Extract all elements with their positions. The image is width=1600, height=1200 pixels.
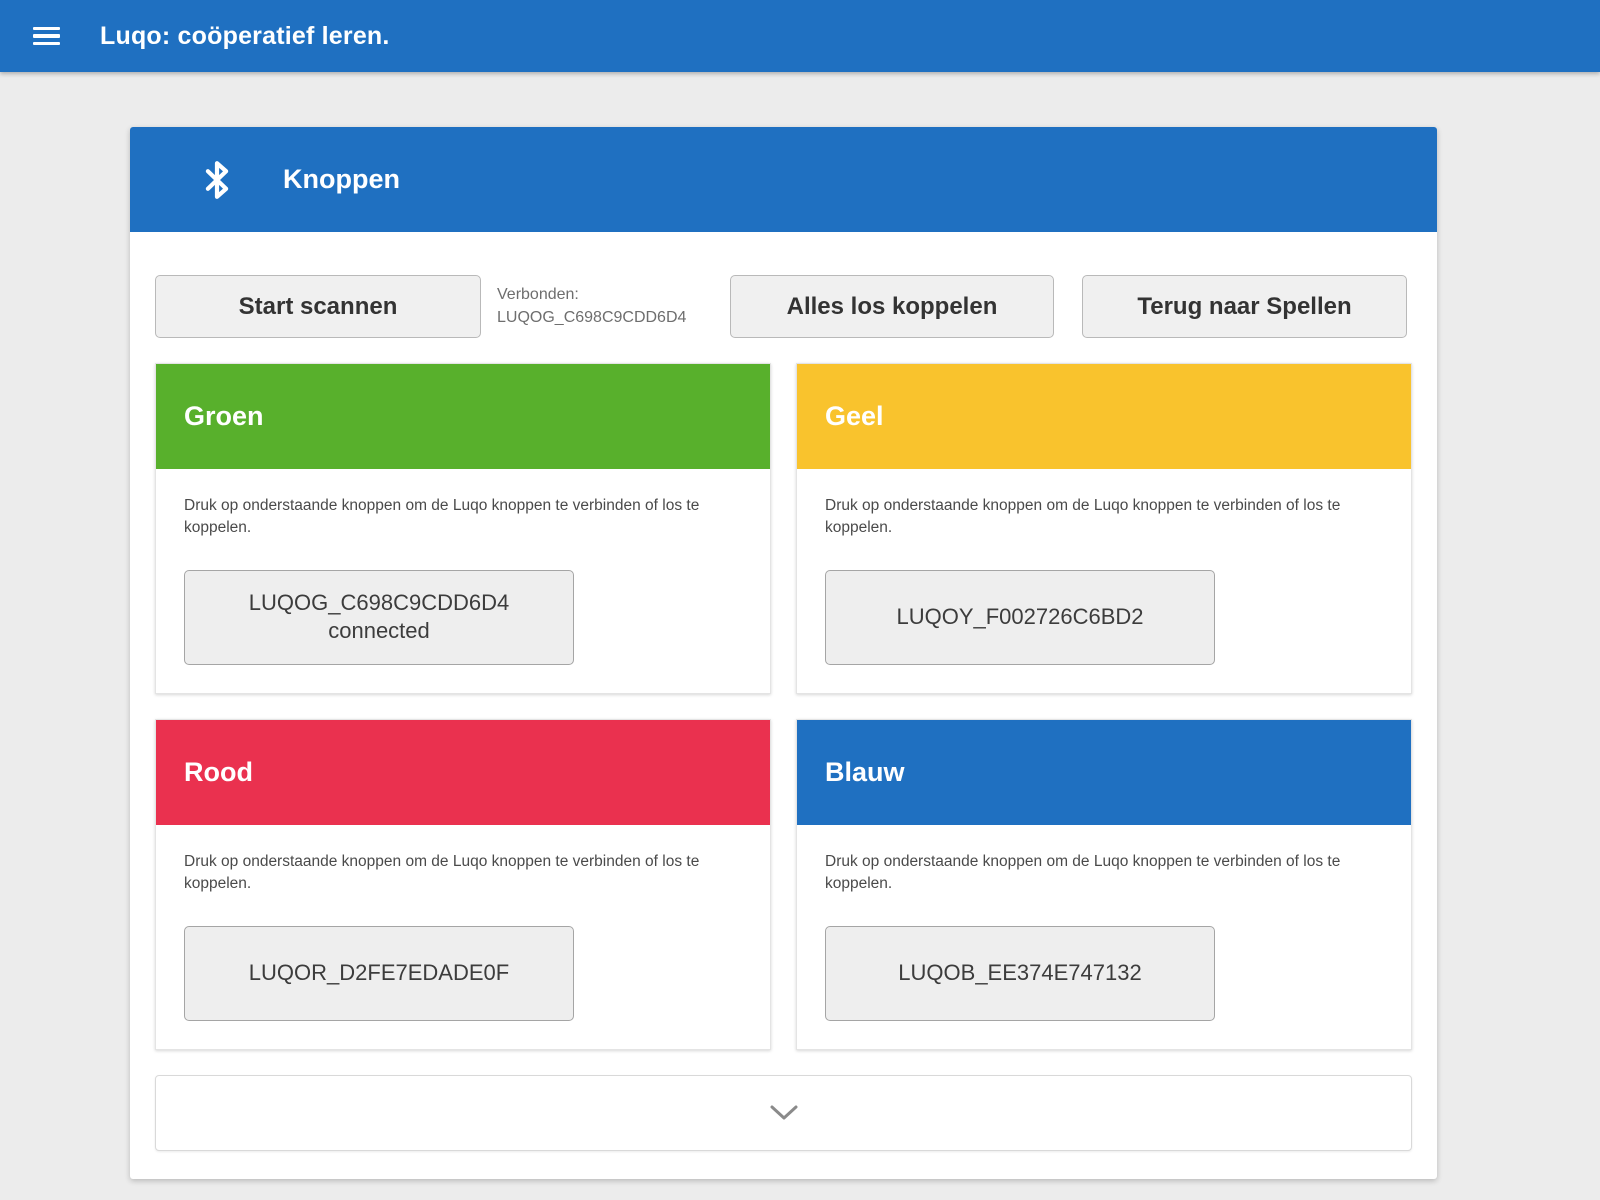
card-groen: Groen Druk op onderstaande knoppen om de… [155,363,771,694]
card-groen-header: Groen [156,364,770,469]
card-rood: Rood Druk op onderstaande knoppen om de … [155,719,771,1050]
connected-device-id: LUQOG_C698C9CDD6D4 [497,307,719,329]
card-groen-title: Groen [184,401,264,432]
card-geel-header: Geel [797,364,1411,469]
card-groen-description: Druk op onderstaande knoppen om de Luqo … [184,495,736,540]
card-rood-title: Rood [184,757,253,788]
start-scan-button[interactable]: Start scannen [155,275,481,338]
card-blauw-title: Blauw [825,757,905,788]
expand-panel-button[interactable] [155,1075,1412,1151]
card-blauw-description: Druk op onderstaande knoppen om de Luqo … [825,851,1377,896]
hamburger-icon[interactable] [33,23,60,50]
panel-header: Knoppen [130,127,1437,232]
panel-body: Start scannen Verbonden: LUQOG_C698C9CDD… [130,232,1437,1179]
unpair-all-button[interactable]: Alles los koppelen [730,275,1054,338]
button-cards-grid: Groen Druk op onderstaande knoppen om de… [155,363,1412,1050]
device-button-blauw[interactable]: LUQOB_EE374E747132 [825,926,1215,1021]
app-bar: Luqo: coöperatief leren. [0,0,1600,72]
card-geel-description: Druk op onderstaande knoppen om de Luqo … [825,495,1377,540]
device-id: LUQOY_F002726C6BD2 [896,603,1143,632]
card-blauw-header: Blauw [797,720,1411,825]
device-id: LUQOR_D2FE7EDADE0F [249,959,509,988]
device-status: connected [328,617,430,646]
card-rood-header: Rood [156,720,770,825]
bluetooth-icon [196,157,238,203]
device-button-groen[interactable]: LUQOG_C698C9CDD6D4 connected [184,570,574,665]
app-title: Luqo: coöperatief leren. [100,22,390,51]
card-geel: Geel Druk op onderstaande knoppen om de … [796,363,1412,694]
device-id: LUQOB_EE374E747132 [898,959,1141,988]
card-geel-title: Geel [825,401,884,432]
card-blauw: Blauw Druk op onderstaande knoppen om de… [796,719,1412,1050]
chevron-down-icon [769,1104,799,1121]
device-button-rood[interactable]: LUQOR_D2FE7EDADE0F [184,926,574,1021]
card-rood-description: Druk op onderstaande knoppen om de Luqo … [184,851,736,896]
connected-label: Verbonden: [497,284,719,306]
bluetooth-panel: Knoppen Start scannen Verbonden: LUQOG_C… [130,127,1437,1179]
device-button-geel[interactable]: LUQOY_F002726C6BD2 [825,570,1215,665]
actions-row: Start scannen Verbonden: LUQOG_C698C9CDD… [155,275,1412,338]
panel-title: Knoppen [283,164,400,195]
device-id: LUQOG_C698C9CDD6D4 [249,589,509,618]
connected-status: Verbonden: LUQOG_C698C9CDD6D4 [497,284,719,329]
back-to-games-button[interactable]: Terug naar Spellen [1082,275,1407,338]
